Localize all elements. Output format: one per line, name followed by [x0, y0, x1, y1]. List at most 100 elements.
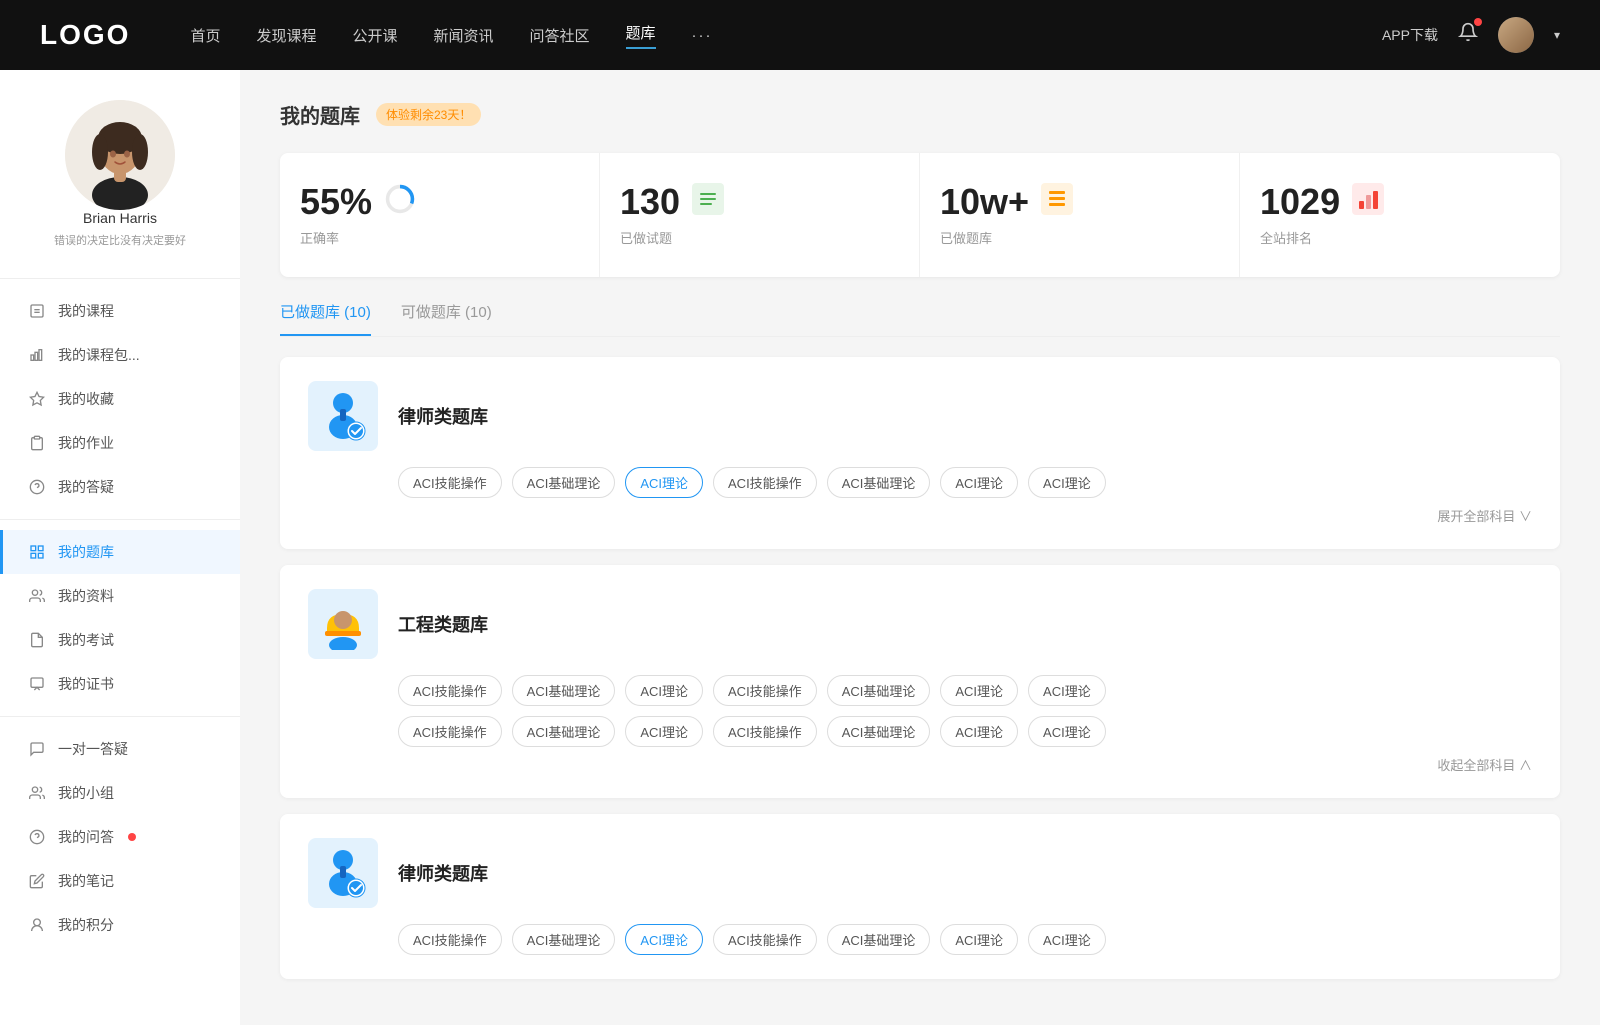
- tags-row-1: ACI技能操作 ACI基础理论 ACI理论 ACI技能操作 ACI基础理论 AC…: [398, 467, 1532, 498]
- nav-opencourse[interactable]: 公开课: [352, 25, 397, 46]
- sidebar-menu: 我的课程 我的课程包... 我的收藏 我的作业: [0, 289, 240, 947]
- expand-link-1[interactable]: 展开全部科目 ∨: [308, 506, 1532, 525]
- qbank-header-3: 律师类题库: [308, 838, 1532, 908]
- app-download-link[interactable]: APP下载: [1382, 25, 1438, 45]
- tag-active[interactable]: ACI理论: [625, 924, 703, 955]
- tag[interactable]: ACI理论: [940, 675, 1018, 706]
- tag[interactable]: ACI技能操作: [398, 467, 502, 498]
- avatar[interactable]: [1498, 17, 1534, 53]
- tag[interactable]: ACI技能操作: [713, 716, 817, 747]
- file-icon: [28, 302, 46, 320]
- sidebar-item-points[interactable]: 我的积分: [0, 903, 240, 947]
- tag[interactable]: ACI技能操作: [398, 675, 502, 706]
- nav-more[interactable]: ···: [692, 27, 713, 44]
- sidebar-item-questionbank[interactable]: 我的题库: [0, 530, 240, 574]
- tag[interactable]: ACI基础理论: [512, 716, 616, 747]
- tag[interactable]: ACI基础理论: [512, 924, 616, 955]
- notification-bell[interactable]: [1458, 22, 1478, 48]
- nav-discover[interactable]: 发现课程: [256, 25, 316, 46]
- tag[interactable]: ACI理论: [1028, 467, 1106, 498]
- question-circle-icon: [28, 478, 46, 496]
- stat-done-questions-top: 130: [620, 183, 899, 220]
- sidebar-item-courses[interactable]: 我的课程: [0, 289, 240, 333]
- navbar: LOGO 首页 发现课程 公开课 新闻资讯 问答社区 题库 ··· APP下载 …: [0, 0, 1600, 70]
- tag[interactable]: ACI基础理论: [827, 924, 931, 955]
- tag[interactable]: ACI理论: [940, 924, 1018, 955]
- qa-dot-badge: [128, 833, 136, 841]
- sidebar-item-answers[interactable]: 我的答疑: [0, 465, 240, 509]
- tag[interactable]: ACI理论: [1028, 924, 1106, 955]
- sidebar-item-1on1[interactable]: 一对一答疑: [0, 727, 240, 771]
- tag[interactable]: ACI理论: [1028, 716, 1106, 747]
- tag[interactable]: ACI理论: [625, 716, 703, 747]
- qbank-lawyer-icon-2: [308, 838, 378, 908]
- sidebar-item-myqa[interactable]: 我的问答: [0, 815, 240, 859]
- star-icon: [28, 390, 46, 408]
- note-icon: [28, 872, 46, 890]
- nav-questionbank[interactable]: 题库: [626, 22, 656, 49]
- sidebar-item-points-label: 我的积分: [58, 915, 114, 935]
- profile-section: Brian Harris 错误的决定比没有决定要好: [34, 100, 206, 248]
- sidebar-item-group[interactable]: 我的小组: [0, 771, 240, 815]
- qbank-card-engineer: 工程类题库 ACI技能操作 ACI基础理论 ACI理论 ACI技能操作 ACI基…: [280, 565, 1560, 798]
- sidebar-item-profile[interactable]: 我的资料: [0, 574, 240, 618]
- logo: LOGO: [40, 19, 130, 51]
- sidebar-divider-bot: [0, 716, 240, 717]
- qbank-title-1: 律师类题库: [398, 403, 488, 429]
- stat-correctrate-label: 正确率: [300, 228, 579, 247]
- document-icon: [28, 631, 46, 649]
- tag[interactable]: ACI技能操作: [713, 924, 817, 955]
- tab-done-banks[interactable]: 已做题库 (10): [280, 301, 371, 336]
- tag[interactable]: ACI基础理论: [827, 716, 931, 747]
- tag[interactable]: ACI技能操作: [713, 467, 817, 498]
- chat-icon: [28, 740, 46, 758]
- nav-qa[interactable]: 问答社区: [530, 25, 590, 46]
- nav-home[interactable]: 首页: [190, 25, 220, 46]
- sidebar-item-exam[interactable]: 我的考试: [0, 618, 240, 662]
- tag[interactable]: ACI理论: [625, 675, 703, 706]
- tag[interactable]: ACI技能操作: [398, 716, 502, 747]
- tag-active[interactable]: ACI理论: [625, 467, 703, 498]
- sidebar-item-favorites[interactable]: 我的收藏: [0, 377, 240, 421]
- qbank-card-lawyer-1: 律师类题库 ACI技能操作 ACI基础理论 ACI理论 ACI技能操作 ACI基…: [280, 357, 1560, 549]
- stat-correctrate-top: 55%: [300, 183, 579, 220]
- badge-icon: [28, 675, 46, 693]
- sidebar-item-homework[interactable]: 我的作业: [0, 421, 240, 465]
- stat-done-banks-top: 10w+: [940, 183, 1219, 220]
- stats-row: 55% 正确率 130: [280, 153, 1560, 277]
- stat-done-questions: 130 已做试题: [600, 153, 920, 277]
- notification-badge: [1474, 18, 1482, 26]
- avatar-dropdown[interactable]: ▾: [1554, 28, 1560, 42]
- tags-row-2b: ACI技能操作 ACI基础理论 ACI理论 ACI技能操作 ACI基础理论 AC…: [398, 716, 1532, 747]
- tab-available-banks[interactable]: 可做题库 (10): [401, 301, 492, 336]
- group-icon: [28, 784, 46, 802]
- stat-ranking: 1029 全站排名: [1240, 153, 1560, 277]
- qbank-title-2: 工程类题库: [398, 611, 488, 637]
- nav-news[interactable]: 新闻资讯: [434, 25, 494, 46]
- tag[interactable]: ACI基础理论: [827, 467, 931, 498]
- profile-motto: 错误的决定比没有决定要好: [54, 232, 186, 248]
- tag[interactable]: ACI基础理论: [512, 675, 616, 706]
- sidebar-item-course-pack[interactable]: 我的课程包...: [0, 333, 240, 377]
- sidebar-item-exam-label: 我的考试: [58, 630, 114, 650]
- donut-chart-icon: [384, 183, 416, 220]
- sidebar-item-favorites-label: 我的收藏: [58, 389, 114, 409]
- sidebar-item-profile-label: 我的资料: [58, 586, 114, 606]
- sidebar-item-1on1-label: 一对一答疑: [58, 739, 128, 759]
- tag[interactable]: ACI理论: [940, 716, 1018, 747]
- collapse-link-2[interactable]: 收起全部科目 ∧: [308, 755, 1532, 774]
- navbar-right: APP下载 ▾: [1382, 17, 1560, 53]
- tag[interactable]: ACI技能操作: [398, 924, 502, 955]
- sidebar-item-answers-label: 我的答疑: [58, 477, 114, 497]
- tag[interactable]: ACI理论: [1028, 675, 1106, 706]
- person-tag-icon: [28, 916, 46, 934]
- sidebar-item-certificate-label: 我的证书: [58, 674, 114, 694]
- tag[interactable]: ACI基础理论: [827, 675, 931, 706]
- tag[interactable]: ACI技能操作: [713, 675, 817, 706]
- stat-done-banks-value: 10w+: [940, 184, 1029, 220]
- tag[interactable]: ACI基础理论: [512, 467, 616, 498]
- tag[interactable]: ACI理论: [940, 467, 1018, 498]
- sidebar-item-notes[interactable]: 我的笔记: [0, 859, 240, 903]
- stat-done-questions-label: 已做试题: [620, 228, 899, 247]
- sidebar-item-certificate[interactable]: 我的证书: [0, 662, 240, 706]
